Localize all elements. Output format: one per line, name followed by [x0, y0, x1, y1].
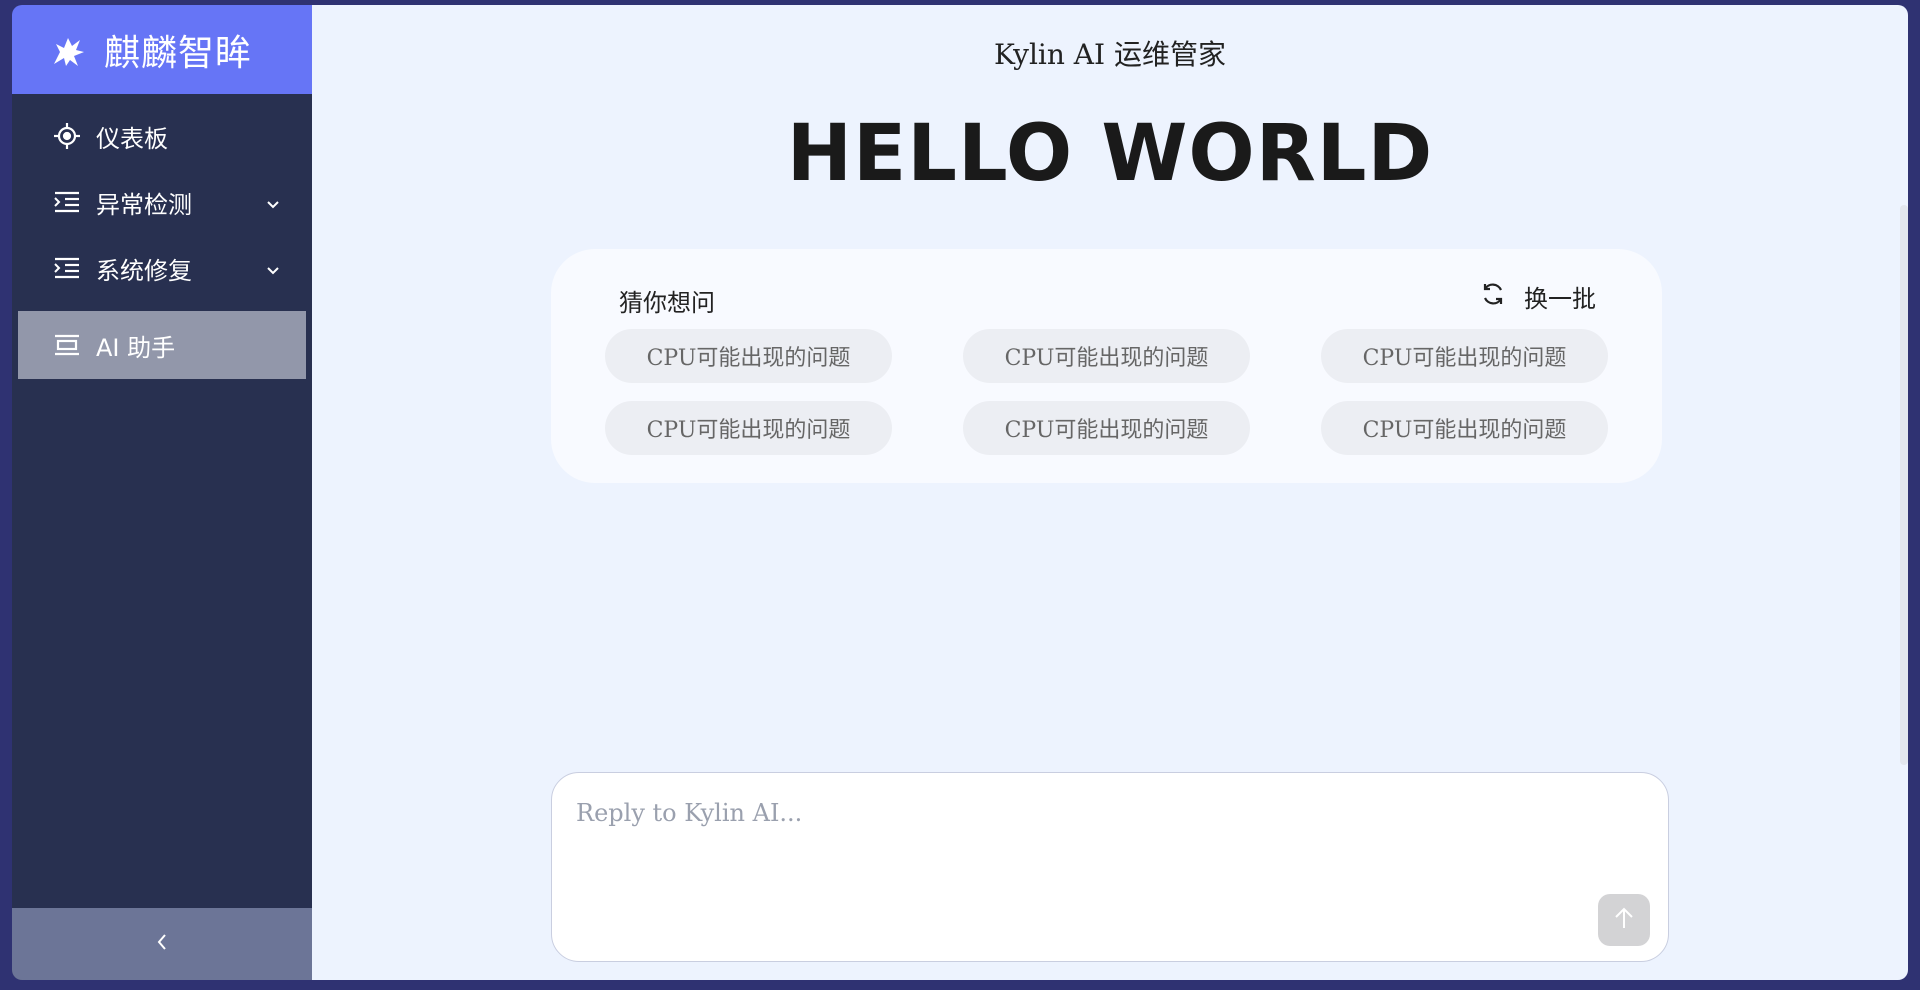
arrow-up-icon	[1613, 906, 1635, 934]
sidebar-item-label: 仪表板	[96, 124, 168, 153]
main-content: Kylin AI 运维管家 HELLO WORLD 猜你想问 换一批 CPU可能…	[312, 5, 1908, 980]
sidebar-item-label: 系统修复	[96, 256, 192, 285]
suggestions-card: 猜你想问 换一批 CPU可能出现的问题 CPU可能出现的问题 CPU可能出现的问…	[551, 249, 1662, 483]
kylin-logo-icon	[48, 30, 88, 70]
scrollbar[interactable]	[1900, 205, 1908, 765]
send-button[interactable]	[1598, 894, 1650, 946]
sidebar-item-system-repair[interactable]: 系统修复	[12, 237, 312, 299]
sidebar-item-label: 异常检测	[96, 190, 192, 219]
sidebar-collapse-button[interactable]	[12, 908, 312, 980]
suggestion-chip[interactable]: CPU可能出现的问题	[605, 329, 892, 383]
indent-list-icon	[52, 187, 82, 217]
target-icon	[52, 121, 82, 151]
page-title: Kylin AI 运维管家	[994, 38, 1226, 71]
suggestion-chip[interactable]: CPU可能出现的问题	[1321, 329, 1608, 383]
reply-input[interactable]	[576, 795, 1576, 831]
brand-title: 麒麟智眸	[104, 32, 253, 74]
suggestion-chip[interactable]: CPU可能出现的问题	[963, 401, 1250, 455]
suggestions-title: 猜你想问	[619, 289, 715, 317]
reply-composer	[551, 772, 1669, 962]
app-window: 麒麟智眸 仪表板 异常检测 系统修复 AI 助手 Kylin AI 运维管家 H…	[12, 5, 1908, 980]
panel-icon	[52, 330, 82, 360]
sidebar: 麒麟智眸 仪表板 异常检测 系统修复 AI 助手	[12, 5, 312, 980]
chevron-down-icon[interactable]	[264, 192, 282, 210]
refresh-icon	[1480, 281, 1506, 313]
hero-heading: HELLO WORLD	[786, 109, 1434, 199]
suggestion-chip[interactable]: CPU可能出现的问题	[963, 329, 1250, 383]
suggestion-chip[interactable]: CPU可能出现的问题	[1321, 401, 1608, 455]
chevron-left-icon	[154, 932, 170, 956]
suggestion-chip[interactable]: CPU可能出现的问题	[605, 401, 892, 455]
sidebar-menu: 仪表板 异常检测 系统修复 AI 助手	[12, 105, 312, 379]
sidebar-item-dashboard[interactable]: 仪表板	[12, 105, 312, 167]
sidebar-item-ai-assistant[interactable]: AI 助手	[18, 311, 306, 379]
sidebar-item-anomaly-detection[interactable]: 异常检测	[12, 171, 312, 233]
sidebar-item-label: AI 助手	[96, 333, 176, 362]
indent-list-icon	[52, 253, 82, 283]
refresh-label: 换一批	[1524, 285, 1596, 313]
chevron-down-icon[interactable]	[264, 258, 282, 276]
brand-header: 麒麟智眸	[12, 5, 312, 94]
refresh-button[interactable]: 换一批	[1480, 279, 1596, 314]
